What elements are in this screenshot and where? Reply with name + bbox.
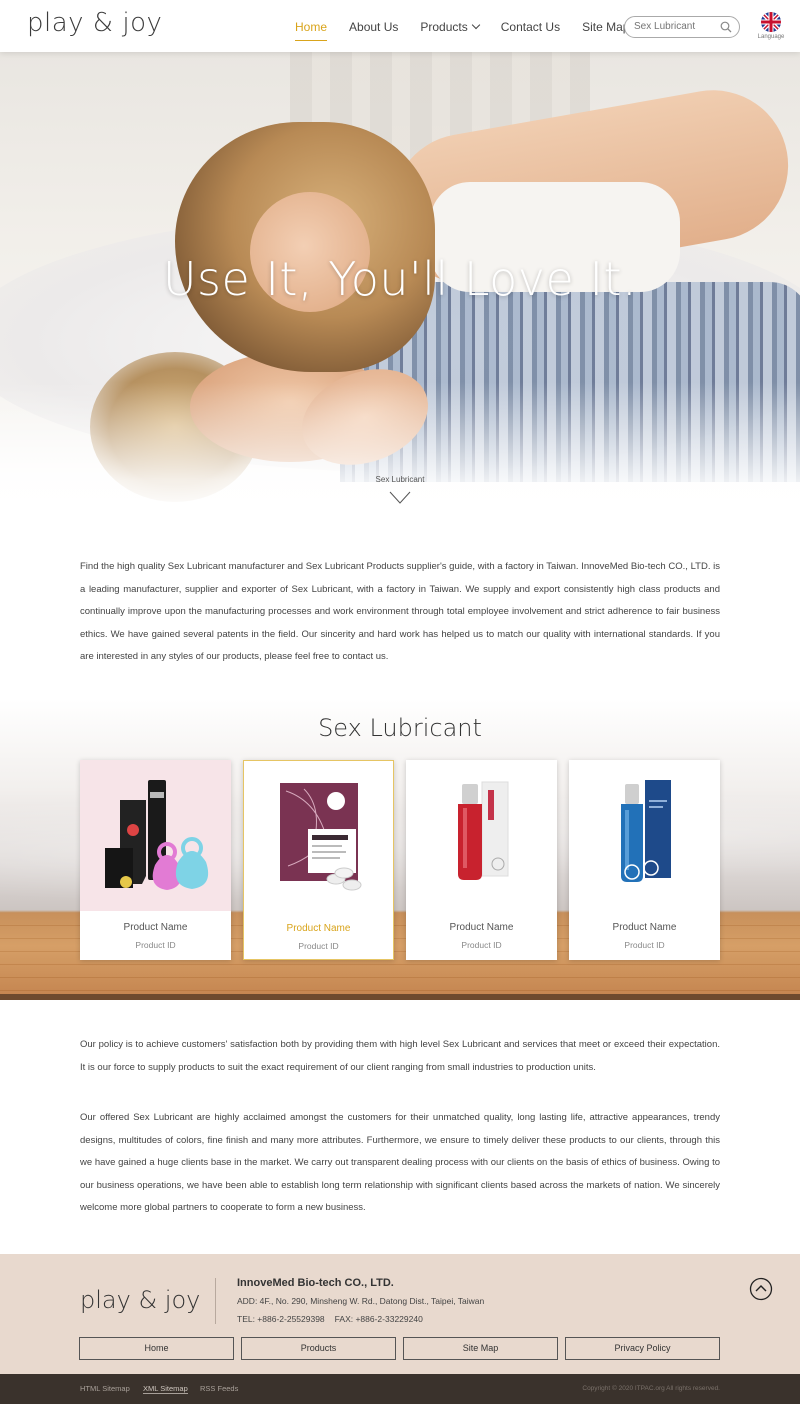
chevron-down-icon[interactable]: [389, 486, 411, 508]
products-title: Sex Lubricant: [318, 714, 482, 742]
product-card[interactable]: Product Name Product ID: [243, 760, 394, 960]
nav-about-us[interactable]: About Us: [349, 20, 398, 41]
product-id: Product ID: [298, 941, 339, 951]
company-address: ADD: 4F., No. 290, Minsheng W. Rd., Dato…: [237, 1296, 485, 1306]
company-fax: FAX: +886-2-33229240: [334, 1314, 423, 1324]
product-image: [569, 760, 720, 911]
wood-table-edge: [0, 994, 800, 1000]
xml-sitemap-link[interactable]: XML Sitemap: [143, 1384, 188, 1394]
nav-site-map[interactable]: Site Map: [582, 20, 629, 41]
nav-contact-us[interactable]: Contact Us: [501, 20, 560, 41]
product-id: Product ID: [624, 940, 665, 950]
chevron-down-icon: [471, 20, 480, 30]
rss-feeds-link[interactable]: RSS Feeds: [200, 1384, 238, 1393]
html-sitemap-link[interactable]: HTML Sitemap: [80, 1384, 130, 1393]
product-card[interactable]: Product Name Product ID: [406, 760, 557, 960]
footer-products-button[interactable]: Products: [241, 1337, 396, 1360]
search-icon[interactable]: [720, 21, 732, 33]
product-id: Product ID: [461, 940, 502, 950]
language-selector[interactable]: Language: [756, 12, 786, 40]
page: { "header": { "logo": "play & joy", "nav…: [0, 0, 800, 1404]
product-image-art: [280, 783, 362, 891]
intro-text: Find the high quality Sex Lubricant manu…: [80, 561, 720, 663]
language-label: Language: [757, 34, 785, 40]
offered-text: Our offered Sex Lubricant are highly acc…: [80, 1112, 720, 1214]
product-image: [406, 760, 557, 911]
product-image-art: [621, 780, 671, 882]
site-header: play & joy Home About Us Products Contac…: [0, 0, 800, 52]
product-image: [244, 761, 393, 912]
copyright-text: Copyright © 2020 ITPAC.org All rights re…: [582, 1385, 720, 1392]
footer-home-button[interactable]: Home: [79, 1337, 234, 1360]
policy-text: Our policy is to achieve customers' sati…: [80, 1039, 720, 1073]
product-id: Product ID: [135, 940, 176, 950]
uk-flag-icon: [761, 12, 781, 32]
footer-divider: [215, 1278, 216, 1324]
scroll-down-label[interactable]: Sex Lubricant: [0, 475, 800, 484]
company-name: InnoveMed Bio-tech CO., LTD.: [237, 1277, 394, 1289]
product-name[interactable]: Product Name: [406, 922, 557, 933]
search-input[interactable]: [634, 21, 718, 32]
product-card[interactable]: Product Name Product ID: [80, 760, 231, 960]
site-logo[interactable]: play & joy: [27, 8, 162, 38]
product-name[interactable]: Product Name: [244, 923, 393, 934]
product-image-art: [105, 780, 209, 890]
nav-products[interactable]: Products: [420, 20, 480, 41]
product-name[interactable]: Product Name: [569, 922, 720, 933]
search-box: [624, 16, 740, 38]
footer-privacy-policy-button[interactable]: Privacy Policy: [565, 1337, 720, 1360]
company-contact: TEL: +886-2-25529398 FAX: +886-2-33229240: [237, 1314, 423, 1324]
hero-slogan: Use It, You'll Love It.: [162, 252, 638, 306]
footer-logo[interactable]: play & joy: [80, 1286, 200, 1314]
company-tel: TEL: +886-2-25529398: [237, 1314, 325, 1324]
nav-products-label: Products: [420, 20, 468, 34]
product-name[interactable]: Product Name: [80, 922, 231, 933]
product-image: [80, 760, 231, 911]
back-to-top-icon[interactable]: [749, 1277, 773, 1301]
footer-site-map-button[interactable]: Site Map: [403, 1337, 558, 1360]
hero-banner: Use It, You'll Love It.: [0, 52, 800, 522]
main-nav: Home About Us Products Contact Us Site M…: [295, 20, 651, 41]
product-image-art: [458, 781, 509, 880]
product-card[interactable]: Product Name Product ID: [569, 760, 720, 960]
nav-home[interactable]: Home: [295, 20, 328, 41]
